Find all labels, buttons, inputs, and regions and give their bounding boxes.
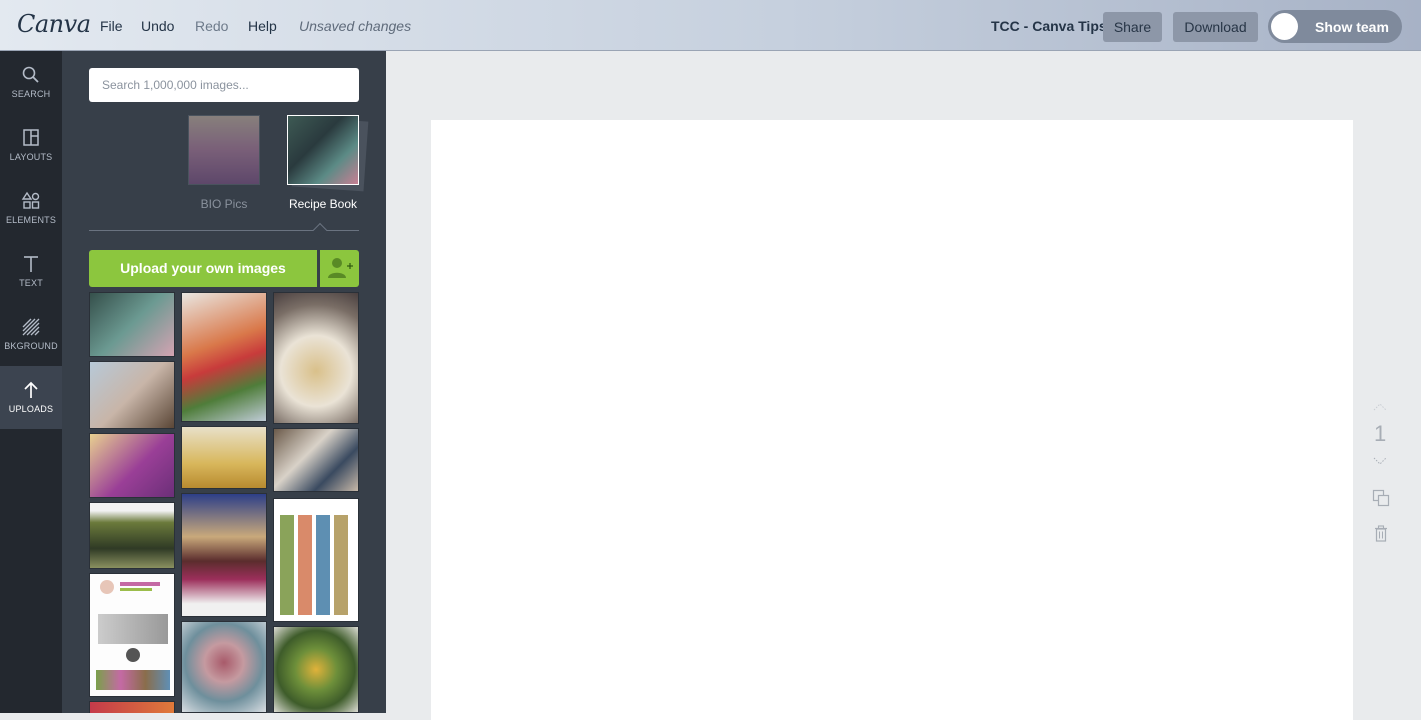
folder-bio-pics[interactable] <box>188 115 260 185</box>
uploaded-image[interactable] <box>273 498 359 622</box>
upload-icon <box>24 381 38 398</box>
upload-images-button[interactable]: Upload your own images <box>89 250 317 287</box>
toggle-knob <box>1271 13 1298 40</box>
document-title[interactable]: TCC - Canva Tips <box>991 18 1107 34</box>
menu-help[interactable]: Help <box>248 18 277 34</box>
add-user-icon <box>328 258 353 278</box>
share-button[interactable]: Share <box>1103 12 1162 42</box>
image-detail <box>120 588 152 591</box>
download-button[interactable]: Download <box>1173 12 1258 42</box>
image-detail <box>100 580 114 594</box>
add-team-upload-button[interactable] <box>320 250 359 287</box>
elements-icon <box>21 191 40 209</box>
nav-layouts[interactable]: LAYOUTS <box>0 114 62 177</box>
top-bar: Canva File Undo Redo Help Unsaved change… <box>0 0 1421 51</box>
toggle-label: Show team <box>1315 19 1389 35</box>
nav-background[interactable]: BKGROUND <box>0 303 62 366</box>
nav-label: TEXT <box>19 278 43 288</box>
nav-uploads[interactable]: UPLOADS <box>0 366 62 429</box>
canva-logo[interactable]: Canva <box>17 10 91 38</box>
uploads-panel: BIO Pics Recipe Book Upload your own ima… <box>62 51 386 713</box>
text-icon <box>24 256 38 272</box>
uploaded-image[interactable] <box>89 502 175 569</box>
image-detail <box>280 515 354 615</box>
page-number: 1 <box>1374 421 1387 446</box>
folder-thumbnail <box>188 115 260 185</box>
image-detail <box>120 582 160 586</box>
image-detail <box>98 614 168 644</box>
image-detail <box>96 670 170 690</box>
folder-label-recipe-book[interactable]: Recipe Book <box>278 197 368 211</box>
uploaded-image[interactable] <box>89 292 175 357</box>
folder-recipe-book[interactable] <box>287 115 359 185</box>
nav-search[interactable]: SEARCH <box>0 51 62 114</box>
uploaded-image[interactable] <box>89 433 175 498</box>
search-icon <box>22 66 39 83</box>
uploaded-image[interactable] <box>89 573 175 697</box>
nav-label: LAYOUTS <box>9 152 53 162</box>
folder-label-bio-pics[interactable]: BIO Pics <box>179 197 269 211</box>
design-canvas-area <box>386 51 1421 720</box>
page-down-icon[interactable] <box>1372 455 1388 467</box>
uploaded-image[interactable] <box>273 292 359 424</box>
image-search-input[interactable] <box>89 68 359 102</box>
nav-label: BKGROUND <box>4 341 58 351</box>
nav-elements[interactable]: ELEMENTS <box>0 177 62 240</box>
folder-selected-caret <box>312 222 328 238</box>
menu-file[interactable]: File <box>100 18 123 34</box>
image-detail <box>126 648 140 662</box>
duplicate-page-icon[interactable] <box>1372 489 1390 507</box>
uploaded-image[interactable] <box>181 426 267 489</box>
uploaded-image[interactable] <box>273 428 359 492</box>
folder-thumbnail <box>287 115 359 185</box>
nav-label: ELEMENTS <box>5 215 57 225</box>
background-icon <box>22 318 40 336</box>
delete-page-icon[interactable] <box>1373 525 1389 543</box>
layouts-icon <box>23 129 39 146</box>
uploaded-image[interactable] <box>181 621 267 713</box>
menu-redo[interactable]: Redo <box>195 18 228 34</box>
uploaded-image[interactable] <box>89 361 175 429</box>
uploaded-image[interactable] <box>89 701 175 713</box>
uploaded-image[interactable] <box>181 493 267 617</box>
nav-label: SEARCH <box>11 89 51 99</box>
nav-text[interactable]: TEXT <box>0 240 62 303</box>
page-up-icon[interactable] <box>1372 400 1388 412</box>
uploaded-image[interactable] <box>181 292 267 422</box>
design-page[interactable] <box>431 120 1353 720</box>
nav-label: UPLOADS <box>8 404 54 414</box>
menu-undo[interactable]: Undo <box>141 18 174 34</box>
side-nav: SEARCH LAYOUTS ELEMENTS TEXT BKGROUND UP… <box>0 51 62 713</box>
uploaded-image[interactable] <box>273 626 359 713</box>
show-team-toggle[interactable]: Show team <box>1268 10 1402 43</box>
save-status: Unsaved changes <box>299 18 412 34</box>
